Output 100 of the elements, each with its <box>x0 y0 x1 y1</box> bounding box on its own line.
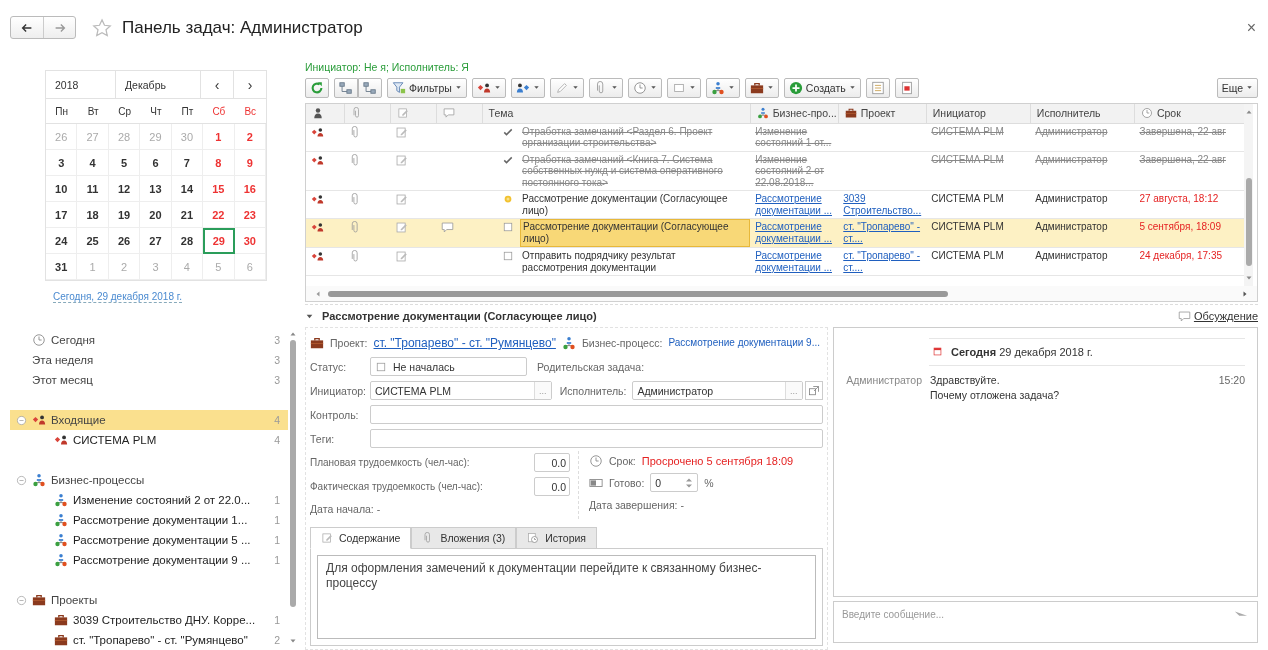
calendar-day[interactable]: 18 <box>77 202 109 228</box>
process-link[interactable]: Рассмотрение документации 9... <box>668 337 820 349</box>
calendar-day[interactable]: 27 <box>140 228 172 254</box>
tags-field[interactable] <box>370 429 823 449</box>
calendar-day[interactable]: 30 <box>234 228 266 254</box>
more-button[interactable]: Еще <box>1216 77 1258 98</box>
tab[interactable]: Содержание <box>310 527 412 549</box>
scrollbar[interactable] <box>288 330 297 645</box>
sidebar-item[interactable]: Сегодня 3 <box>10 330 288 350</box>
calendar-day[interactable]: 9 <box>234 150 266 176</box>
expand-button[interactable] <box>334 77 358 98</box>
toolbar-button[interactable] <box>510 77 545 98</box>
project-link[interactable]: 3039 Строительство... <box>843 193 922 217</box>
calendar-day[interactable]: 31 <box>46 254 78 280</box>
calendar-day[interactable]: 6 <box>140 150 172 176</box>
calendar-day[interactable]: 21 <box>171 202 204 228</box>
scrollbar[interactable] <box>306 286 1257 302</box>
calendar-day[interactable]: 20 <box>140 202 172 228</box>
column-header[interactable]: Тема <box>482 103 751 124</box>
executor-field[interactable]: Администратор ... <box>632 381 803 401</box>
project-link[interactable]: ст. "Тропарево" - ст.... <box>843 250 922 274</box>
scrollbar-thumb[interactable] <box>289 340 296 607</box>
tab[interactable]: Вложения (3) <box>411 527 517 549</box>
sidebar-group[interactable]: Входящие 4 <box>10 410 288 430</box>
process-link[interactable]: Изменение состояний 2 от 22.08.2018... <box>755 153 834 189</box>
toolbar-button[interactable] <box>705 77 740 98</box>
process-link[interactable]: Рассмотрение документации ... <box>755 250 834 274</box>
calendar-day[interactable]: 25 <box>77 228 109 254</box>
table-row[interactable]: Отработка замечаний <Книга 7. Система собственных нужд и система оперативного постоянного тока> Изменение состояний 2 от 22.08.2018... СИСТЕМА PLM Администратор Завершена, 22 авг <box>306 151 1244 191</box>
calendar-day[interactable]: 19 <box>108 202 141 228</box>
discussion-link[interactable]: Обсуждение <box>1193 310 1258 323</box>
open-button[interactable] <box>804 381 823 401</box>
description-field[interactable]: Для оформления замечений к документации перейдите к связанному бизнес-процессу <box>317 555 816 639</box>
toolbar-button[interactable] <box>894 77 919 98</box>
sidebar-item[interactable]: Рассмотрение документации 5 ... 1 <box>10 530 288 550</box>
toolbar-button[interactable] <box>471 77 506 98</box>
column-header[interactable] <box>306 103 344 124</box>
calendar-day[interactable]: 24 <box>46 228 78 254</box>
calendar-day[interactable]: 15 <box>203 176 235 202</box>
calendar-day[interactable]: 22 <box>203 202 235 228</box>
calendar-day[interactable]: 23 <box>234 202 266 228</box>
calendar-day[interactable]: 26 <box>108 228 141 254</box>
calendar-day[interactable]: 4 <box>77 150 109 176</box>
sidebar-item[interactable]: СИСТЕМА PLM 4 <box>10 430 288 450</box>
calendar-day[interactable]: 10 <box>46 176 78 202</box>
table-row[interactable]: Отправить подрядчику результат рассмотрения документации Рассмотрение документации ... ст. "Тропарево" - ст.... СИСТЕМА PLM Администратор 24 декабря, 17:35 <box>306 247 1244 276</box>
message-field[interactable]: Введите сообщение... <box>833 601 1258 643</box>
calendar-day[interactable]: 14 <box>171 176 204 202</box>
sidebar-group[interactable]: Бизнес-процессы <box>10 470 288 490</box>
table-row[interactable]: Отработка замечаний <Раздел 6. Проект организации строительства> Изменение состояний 1 от... СИСТЕМА PLM Администратор Завершена, 22 авг <box>306 123 1244 152</box>
sidebar-item[interactable]: Этот месяц 3 <box>10 370 288 390</box>
column-header[interactable]: Инициатор <box>926 103 1031 124</box>
caret-icon <box>766 84 774 92</box>
calendar-day[interactable]: 8 <box>203 150 235 176</box>
calendar-day[interactable]: 12 <box>108 176 141 202</box>
calendar-day[interactable]: 11 <box>77 176 109 202</box>
control-field[interactable] <box>370 405 823 425</box>
refresh-button[interactable] <box>305 77 329 98</box>
column-header[interactable]: Проект <box>838 103 927 124</box>
calendar-day[interactable]: 17 <box>46 202 78 228</box>
initiator-field[interactable]: СИСТЕМА PLM ... <box>370 381 552 401</box>
calendar-day[interactable]: 1 <box>203 124 235 150</box>
close-button[interactable]: × <box>1244 18 1258 37</box>
sidebar-item[interactable]: ст. "Тропарево" - ст. "Румянцево" 2 <box>10 630 288 650</box>
process-link[interactable]: Рассмотрение документации ... <box>755 193 834 217</box>
sidebar-item[interactable]: 3039 Строительство ДНУ. Корре... 1 <box>10 610 288 630</box>
status-field[interactable]: Не началась <box>370 357 527 377</box>
create-button[interactable]: Создать <box>783 77 861 98</box>
calendar-day[interactable]: 13 <box>140 176 172 202</box>
tab[interactable]: История <box>516 527 598 549</box>
scrollbar-thumb[interactable] <box>328 290 948 297</box>
calendar-day[interactable]: 28 <box>171 228 204 254</box>
project-link[interactable]: ст. "Тропарево" - ст. "Румянцево" <box>373 336 556 350</box>
sidebar-group[interactable]: Проекты <box>10 590 288 610</box>
column-header[interactable]: Исполнитель <box>1030 103 1135 124</box>
sidebar-item[interactable]: Рассмотрение документации 9 ... 1 <box>10 550 288 570</box>
column-header[interactable]: Бизнес-про... <box>750 103 839 124</box>
column-header[interactable]: Срок <box>1134 103 1244 124</box>
filter-button[interactable]: Фильтры <box>387 77 467 98</box>
scrollbar[interactable] <box>1244 103 1253 287</box>
sidebar-item[interactable]: Изменение состояний 2 от 22.0... 1 <box>10 490 288 510</box>
today-link[interactable]: Сегодня, 29 декабря 2018 г. <box>53 291 182 303</box>
calendar-day[interactable]: 7 <box>171 150 204 176</box>
year-select[interactable]: 2018 <box>46 71 116 98</box>
calendar-day[interactable]: 29 <box>203 228 235 254</box>
table-row[interactable]: Рассмотрение документации (Согласующее лицо) Рассмотрение документации ... ст. "Тропарево" - ст.... СИСТЕМА PLM Администратор 5 сентября, 18:09 <box>306 218 1244 248</box>
calendar-day[interactable]: 16 <box>234 176 266 202</box>
process-link[interactable]: Изменение состояний 1 от... <box>755 125 834 149</box>
sidebar-item[interactable]: Эта неделя 3 <box>10 350 288 370</box>
calendar-day[interactable]: 2 <box>234 124 266 150</box>
planned-hours-field[interactable]: 0.0 <box>534 453 570 473</box>
actual-hours-field[interactable]: 0.0 <box>534 477 570 497</box>
ready-field[interactable]: 0 <box>650 473 699 493</box>
calendar-day[interactable]: 5 <box>108 150 141 176</box>
table-row[interactable]: Рассмотрение документации (Согласующее лицо) Рассмотрение документации ... 3039 Строительство... СИСТЕМА PLM Администратор 27 августа, 18:12 <box>306 190 1244 219</box>
collapse-button[interactable] <box>358 77 382 98</box>
sidebar-item[interactable]: Рассмотрение документации 1... 1 <box>10 510 288 530</box>
toolbar-button[interactable] <box>744 77 779 98</box>
scrollbar-thumb[interactable] <box>1245 177 1252 266</box>
calendar-day[interactable]: 3 <box>46 150 78 176</box>
